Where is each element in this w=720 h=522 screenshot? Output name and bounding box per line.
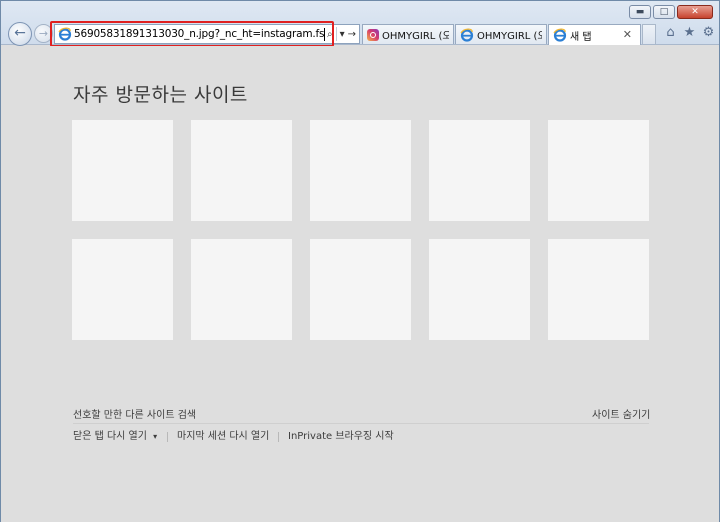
chevron-down-icon[interactable]: ▾: [340, 29, 345, 40]
site-tile[interactable]: [429, 239, 530, 340]
gear-icon[interactable]: ⚙: [702, 26, 715, 39]
maximize-button[interactable]: □: [653, 5, 675, 19]
reopen-closed-tabs-label: 닫은 탭 다시 열기: [73, 431, 147, 442]
window-controls: ▬ □ ✕: [629, 5, 713, 19]
site-tile[interactable]: [191, 120, 292, 221]
site-tile[interactable]: [191, 239, 292, 340]
start-inprivate-link[interactable]: InPrivate 브라우징 시작: [288, 427, 394, 442]
close-button[interactable]: ✕: [677, 5, 713, 19]
address-highlight-box: [50, 21, 334, 47]
site-tile[interactable]: [548, 120, 649, 221]
page-title: 자주 방문하는 사이트: [73, 84, 248, 106]
chevron-down-icon[interactable]: ▾: [153, 432, 157, 441]
close-icon[interactable]: ✕: [623, 28, 632, 41]
reopen-closed-tabs-link[interactable]: 닫은 탭 다시 열기 ▾: [73, 427, 157, 442]
tab-new-tab[interactable]: 새 탭 ✕: [548, 24, 641, 45]
back-arrow-icon: ←: [14, 25, 26, 41]
tab-ohmygirl-instagram[interactable]: OHMYGIRL (오마...: [362, 24, 454, 44]
footer-separator: [167, 432, 168, 442]
tab-label: OHMYGIRL (오마...: [477, 31, 542, 42]
site-tile[interactable]: [548, 239, 649, 340]
star-icon[interactable]: ★: [683, 26, 696, 39]
browser-window: ▬ □ ✕ ← → 56905831891313030_n.jpg?_nc_ht…: [0, 0, 720, 522]
address-separator: [335, 27, 337, 41]
new-tab-button[interactable]: [642, 24, 656, 44]
instagram-icon: [367, 28, 379, 41]
find-more-sites-link[interactable]: 선호할 만한 다른 사이트 검색: [73, 406, 196, 421]
site-tile[interactable]: [310, 120, 411, 221]
command-icons: ⌂ ★ ⚙: [664, 26, 715, 39]
title-bar: ▬ □ ✕ ← → 56905831891313030_n.jpg?_nc_ht…: [1, 1, 719, 47]
hide-sites-link[interactable]: 사이트 숨기기: [592, 406, 650, 421]
site-tile[interactable]: [72, 120, 173, 221]
ie-icon: [553, 28, 567, 42]
tab-ohmygirl-image[interactable]: OHMYGIRL (오마...: [455, 24, 547, 44]
reopen-last-session-link[interactable]: 마지막 세션 다시 열기: [177, 427, 269, 442]
tab-label: OHMYGIRL (오마...: [382, 31, 449, 42]
footer-separator: [278, 432, 279, 442]
tab-label: 새 탭: [570, 31, 592, 43]
site-tile[interactable]: [72, 239, 173, 340]
minimize-button[interactable]: ▬: [629, 5, 651, 19]
ie-icon: [460, 27, 474, 42]
forward-arrow-icon: →: [38, 27, 49, 40]
go-arrow-icon[interactable]: →: [348, 29, 356, 40]
site-tile[interactable]: [429, 120, 530, 221]
footer-divider: [73, 423, 649, 424]
home-icon[interactable]: ⌂: [664, 26, 677, 39]
new-tab-page: 자주 방문하는 사이트 선호할 만한 다른 사이트 검색 사이트 숨기기 닫은 …: [1, 46, 719, 522]
back-button[interactable]: ←: [8, 22, 32, 46]
site-tile[interactable]: [310, 239, 411, 340]
